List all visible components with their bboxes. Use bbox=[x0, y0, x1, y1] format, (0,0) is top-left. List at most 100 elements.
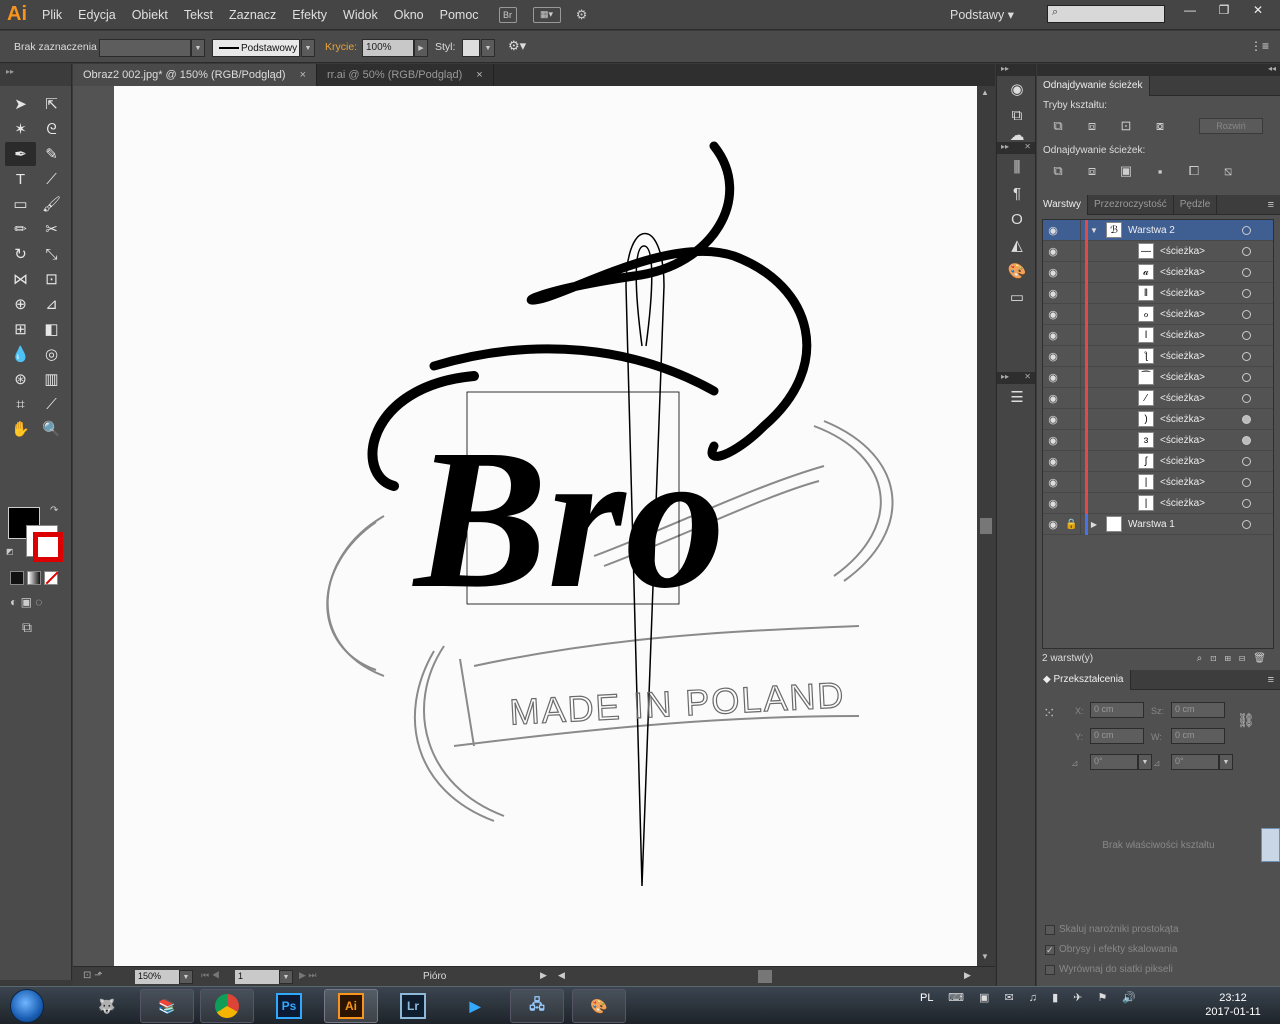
target-icon[interactable] bbox=[1242, 309, 1251, 319]
shape-builder-tool-icon[interactable]: ⊕ bbox=[5, 292, 36, 316]
chevron-down-icon[interactable]: ▼ bbox=[1138, 754, 1152, 770]
chevron-down-icon[interactable]: ▼ bbox=[179, 970, 193, 984]
scroll-right-icon[interactable]: ▶ bbox=[964, 970, 971, 981]
chevron-down-icon[interactable]: ▼ bbox=[1088, 226, 1100, 235]
layer-row-warstwa-2[interactable]: ◉ ▼ ℬ Warstwa 2 bbox=[1043, 219, 1273, 241]
target-icon[interactable] bbox=[1242, 435, 1251, 445]
zoom-tool-icon[interactable]: 🔍 bbox=[36, 417, 67, 441]
artboard-number-input[interactable]: 1 bbox=[235, 970, 279, 984]
lock-toggle[interactable] bbox=[1063, 366, 1081, 388]
tools-collapse-handle[interactable]: ▸▸ bbox=[0, 64, 71, 86]
align-icon[interactable]: ⫼ bbox=[997, 154, 1037, 180]
stroke-style-dropdown[interactable]: Podstawowy bbox=[212, 39, 300, 57]
eye-icon[interactable]: ◉ bbox=[1043, 413, 1063, 426]
default-colors-icon[interactable]: ◩ bbox=[6, 547, 14, 556]
selection-tool-icon[interactable]: ➤ bbox=[5, 92, 36, 116]
rotate-input[interactable]: 0° bbox=[1090, 754, 1138, 770]
gpu-performance-icon[interactable]: ⚙ bbox=[573, 7, 591, 23]
tab-layers[interactable]: Warstwy bbox=[1037, 194, 1088, 215]
clock[interactable]: 23:12 2017-01-11 bbox=[1198, 991, 1268, 1019]
eye-icon[interactable]: ◉ bbox=[1043, 350, 1063, 363]
intersect-icon[interactable]: ⊡ bbox=[1115, 117, 1137, 135]
artboard-nav-icon[interactable]: ⊡ ⬏ bbox=[83, 970, 103, 981]
chevron-down-icon[interactable]: ▼ bbox=[481, 39, 495, 57]
outline-icon[interactable]: ⧠ bbox=[1183, 162, 1205, 180]
paragraph-icon[interactable]: ¶ bbox=[997, 180, 1037, 206]
minimize-icon[interactable]: — bbox=[1173, 0, 1207, 20]
tab-obraz2[interactable]: Obraz2 002.jpg* @ 150% (RGB/Podgląd) × bbox=[73, 64, 317, 86]
stroke-swatch[interactable] bbox=[26, 525, 58, 557]
crop-icon[interactable]: ▪ bbox=[1149, 162, 1171, 180]
menu-select[interactable]: Zaznacz bbox=[221, 0, 284, 30]
chevron-down-icon[interactable]: ▼ bbox=[279, 970, 293, 984]
column-graph-tool-icon[interactable]: ▥ bbox=[36, 367, 67, 391]
eye-icon[interactable]: ◉ bbox=[1043, 518, 1063, 531]
dock-header[interactable]: ▸▸ bbox=[997, 64, 1035, 76]
lock-toggle[interactable] bbox=[1063, 282, 1081, 304]
width-input[interactable]: 0 cm bbox=[1171, 702, 1225, 718]
panel-header[interactable]: ◂◂ bbox=[1037, 64, 1280, 76]
canvas-area[interactable]: MADE IN POLAND Bro bbox=[73, 86, 995, 966]
gradient-tool-icon[interactable]: ◧ bbox=[36, 317, 67, 341]
direct-selection-tool-icon[interactable]: ⇱ bbox=[36, 92, 67, 116]
minus-front-icon[interactable]: ⧈ bbox=[1081, 117, 1103, 135]
free-transform-tool-icon[interactable]: ⊡ bbox=[36, 267, 67, 291]
expand-button[interactable]: Rozwiń bbox=[1199, 118, 1263, 134]
path-row[interactable]: ◉ ǁ <ścieżka> bbox=[1043, 282, 1273, 304]
target-icon[interactable] bbox=[1242, 519, 1251, 529]
path-row[interactable]: ◉ ɜ <ścieżka> bbox=[1043, 429, 1273, 451]
path-row[interactable]: ◉ — <ścieżka> bbox=[1043, 240, 1273, 262]
lock-toggle[interactable] bbox=[1063, 450, 1081, 472]
eye-icon[interactable]: ◉ bbox=[1043, 434, 1063, 447]
cc-libraries-icon[interactable]: ☁ bbox=[997, 127, 1037, 144]
artwork[interactable]: MADE IN POLAND Bro bbox=[114, 86, 978, 966]
menu-type[interactable]: Tekst bbox=[176, 0, 221, 30]
target-icon[interactable] bbox=[1242, 351, 1251, 361]
checkbox[interactable] bbox=[1045, 924, 1055, 935]
perspective-grid-tool-icon[interactable]: ⊿ bbox=[36, 292, 67, 316]
color-icon[interactable] bbox=[10, 571, 24, 585]
slice-tool-icon[interactable]: ⟋ bbox=[36, 392, 67, 416]
first-prev-artboard-icon[interactable]: ⏮ ◀ bbox=[201, 970, 220, 981]
path-row[interactable]: ◉ | <ścieżka> bbox=[1043, 492, 1273, 514]
menu-view[interactable]: Widok bbox=[335, 0, 386, 30]
opacity-label[interactable]: Krycie: bbox=[325, 41, 357, 53]
pen-tool-icon[interactable]: ✒ bbox=[5, 142, 36, 166]
taskbar-gimp[interactable]: 🐺 bbox=[80, 989, 134, 1023]
reference-point-icon[interactable]: ⁙ bbox=[1043, 704, 1056, 722]
panel-menu-icon[interactable]: ☰ bbox=[997, 384, 1037, 410]
lock-toggle[interactable] bbox=[1063, 345, 1081, 367]
tab-brushes[interactable]: Pędzle bbox=[1174, 194, 1218, 215]
lock-toggle[interactable] bbox=[1063, 240, 1081, 262]
eye-icon[interactable]: ◉ bbox=[1043, 308, 1063, 321]
target-icon[interactable] bbox=[1242, 288, 1251, 298]
blend-tool-icon[interactable]: ◎ bbox=[36, 342, 67, 366]
none-icon[interactable] bbox=[44, 571, 59, 585]
chevron-down-icon[interactable]: ▼ bbox=[301, 39, 315, 57]
target-icon[interactable] bbox=[1242, 456, 1251, 466]
bro-lettering[interactable]: Bro bbox=[412, 409, 725, 630]
path-row[interactable]: ◉ 𝒶 <ścieżka> bbox=[1043, 261, 1273, 283]
target-icon[interactable] bbox=[1242, 498, 1251, 508]
path-row[interactable]: ◉ ⁀ <ścieżka> bbox=[1043, 366, 1273, 388]
pencil-tool-icon[interactable]: ✏ bbox=[5, 217, 36, 241]
scroll-left-icon[interactable]: ◀ bbox=[558, 970, 565, 981]
close-icon[interactable]: × bbox=[300, 69, 306, 81]
opacity-input[interactable]: 100% bbox=[362, 39, 414, 57]
minus-back-icon[interactable]: ⧅ bbox=[1217, 162, 1239, 180]
rotate-tool-icon[interactable]: ↻ bbox=[5, 242, 36, 266]
menu-help[interactable]: Pomoc bbox=[432, 0, 487, 30]
status-menu-arrow-icon[interactable]: ▶ bbox=[540, 970, 547, 981]
menu-file[interactable]: Plik bbox=[34, 0, 70, 30]
lock-toggle[interactable] bbox=[1063, 492, 1081, 514]
x-input[interactable]: 0 cm bbox=[1090, 702, 1144, 718]
artboard[interactable]: MADE IN POLAND Bro bbox=[114, 86, 978, 966]
tab-transform[interactable]: ◆ Przekształcenia bbox=[1037, 669, 1131, 690]
merge-icon[interactable]: ▣ bbox=[1115, 162, 1137, 180]
type-tool-icon[interactable]: T bbox=[5, 167, 36, 191]
fill-swatch-dropdown[interactable] bbox=[99, 39, 191, 57]
eye-icon[interactable]: ◉ bbox=[1043, 497, 1063, 510]
hand-tool-icon[interactable]: ✋ bbox=[5, 417, 36, 441]
height-input[interactable]: 0 cm bbox=[1171, 728, 1225, 744]
width-tool-icon[interactable]: ⋈ bbox=[5, 267, 36, 291]
